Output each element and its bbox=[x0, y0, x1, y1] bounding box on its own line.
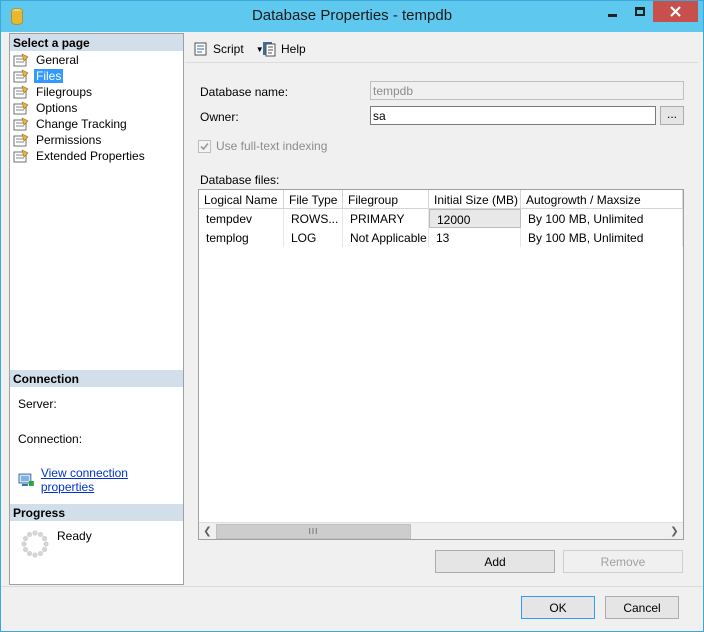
sidebar-item-permissions[interactable]: Permissions bbox=[13, 132, 103, 148]
sidebar-item-label: Permissions bbox=[36, 133, 102, 147]
property-page-icon bbox=[13, 101, 29, 115]
table-row[interactable]: tempdev ROWS... PRIMARY 12000 By 100 MB, Unl… bbox=[199, 209, 683, 228]
cell-file-type[interactable]: LOG bbox=[284, 228, 343, 247]
help-button[interactable]: Help bbox=[261, 41, 306, 57]
owner-browse-button[interactable]: ... bbox=[660, 106, 684, 125]
spinner-dot bbox=[32, 552, 38, 558]
ok-button[interactable]: OK bbox=[521, 596, 595, 619]
sidebar-item-filegroups[interactable]: Filegroups bbox=[13, 84, 94, 100]
sidebar-item-options[interactable]: Options bbox=[13, 100, 79, 116]
database-name-field: tempdb bbox=[370, 81, 684, 100]
owner-label: Owner: bbox=[200, 110, 239, 124]
column-header-autogrowth[interactable]: Autogrowth / Maxsize bbox=[521, 190, 683, 209]
connection-properties-icon bbox=[18, 473, 34, 486]
spinner-dot bbox=[43, 541, 49, 547]
property-page-icon bbox=[13, 133, 29, 147]
spinner-dot bbox=[37, 531, 44, 538]
script-icon bbox=[194, 42, 207, 56]
toolbar: Script ▼ Help bbox=[185, 33, 698, 63]
scroll-right-icon[interactable]: ❯ bbox=[666, 523, 683, 540]
cell-filegroup[interactable]: Not Applicable bbox=[343, 228, 429, 247]
maximize-icon bbox=[634, 7, 645, 16]
column-header-initial-size[interactable]: Initial Size (MB) bbox=[429, 190, 521, 209]
select-page-header: Select a page bbox=[10, 34, 183, 51]
help-label: Help bbox=[281, 42, 306, 56]
spinner-dot bbox=[41, 546, 48, 553]
sidebar-item-label: Filegroups bbox=[36, 85, 93, 99]
cell-initial-size[interactable]: 13 bbox=[429, 228, 521, 247]
sidebar-item-files[interactable]: Files bbox=[13, 68, 64, 84]
script-button[interactable]: Script ▼ bbox=[193, 41, 264, 57]
cell-logical-name[interactable]: tempdev bbox=[199, 209, 284, 228]
property-page-icon bbox=[13, 53, 29, 67]
minimize-button[interactable] bbox=[599, 1, 626, 22]
column-header-file-type[interactable]: File Type bbox=[284, 190, 343, 209]
remove-button[interactable]: Remove bbox=[563, 550, 683, 573]
database-files-grid[interactable]: Logical Name File Type Filegroup Initial Si… bbox=[198, 189, 684, 540]
progress-spinner-icon bbox=[21, 530, 49, 558]
column-header-logical-name[interactable]: Logical Name bbox=[199, 190, 284, 209]
owner-field[interactable]: sa bbox=[370, 106, 656, 125]
progress-status: Ready bbox=[57, 529, 92, 543]
horizontal-scrollbar[interactable]: ❮ III ❯ bbox=[199, 522, 683, 539]
files-page: Database name: tempdb Owner: sa ... Use … bbox=[186, 65, 698, 585]
property-page-icon bbox=[13, 85, 29, 99]
sidebar-item-extended-properties[interactable]: Extended Properties bbox=[13, 148, 147, 164]
connection-header: Connection bbox=[10, 370, 183, 387]
close-button[interactable] bbox=[653, 1, 698, 22]
spinner-dot bbox=[26, 531, 33, 538]
scroll-thumb[interactable]: III bbox=[216, 524, 411, 539]
cancel-button[interactable]: Cancel bbox=[605, 596, 679, 619]
cell-file-type[interactable]: ROWS... bbox=[284, 209, 343, 228]
left-pane: Select a page General Files Filegroups Opti… bbox=[9, 33, 184, 585]
spinner-dot bbox=[32, 530, 38, 536]
cell-autogrowth[interactable]: By 100 MB, Unlimited bbox=[521, 209, 683, 228]
add-button[interactable]: Add bbox=[435, 550, 555, 573]
cell-autogrowth[interactable]: By 100 MB, Unlimited bbox=[521, 228, 683, 247]
minimize-icon bbox=[608, 14, 617, 17]
close-icon bbox=[670, 6, 681, 17]
cell-filegroup[interactable]: PRIMARY bbox=[343, 209, 429, 228]
spinner-dot bbox=[26, 550, 33, 557]
sidebar-item-label: Change Tracking bbox=[36, 117, 127, 131]
database-name-label: Database name: bbox=[200, 85, 289, 99]
sidebar-item-general[interactable]: General bbox=[13, 52, 81, 68]
progress-header: Progress bbox=[10, 504, 183, 521]
view-connection-properties[interactable]: View connection properties bbox=[18, 466, 183, 494]
property-page-icon bbox=[13, 69, 29, 83]
help-icon bbox=[263, 42, 276, 57]
spinner-dot bbox=[41, 535, 48, 542]
sidebar-item-label: Files bbox=[34, 69, 64, 83]
connection-label: Connection: bbox=[18, 432, 83, 446]
window-title: Database Properties - tempdb bbox=[251, 7, 453, 24]
property-page-icon bbox=[13, 117, 29, 131]
grid-header: Logical Name File Type Filegroup Initial Si… bbox=[199, 190, 683, 209]
view-connection-properties-link[interactable]: View connection properties bbox=[41, 466, 183, 494]
database-files-label: Database files: bbox=[200, 173, 280, 187]
title-bar[interactable]: Database Properties - tempdb bbox=[1, 1, 703, 32]
scroll-left-icon[interactable]: ❮ bbox=[199, 523, 216, 540]
fulltext-indexing-checkbox[interactable]: Use full-text indexing bbox=[198, 139, 327, 153]
sidebar-item-label: Extended Properties bbox=[36, 149, 145, 163]
table-row[interactable]: templog LOG Not Applicable 13 By 100 MB, Unl… bbox=[199, 228, 683, 247]
dialog-footer: OK Cancel bbox=[1, 586, 703, 631]
sidebar-item-change-tracking[interactable]: Change Tracking bbox=[13, 116, 129, 132]
sidebar-item-label: General bbox=[36, 53, 79, 67]
spinner-dot bbox=[22, 546, 29, 553]
maximize-button[interactable] bbox=[626, 1, 653, 22]
sidebar-item-label: Options bbox=[36, 101, 78, 115]
spinner-dot bbox=[22, 535, 29, 542]
cell-logical-name[interactable]: templog bbox=[199, 228, 284, 247]
spinner-dot bbox=[37, 550, 44, 557]
checkbox-icon bbox=[198, 139, 211, 153]
spinner-dot bbox=[21, 541, 27, 547]
fulltext-indexing-label: Use full-text indexing bbox=[216, 139, 328, 153]
cell-initial-size[interactable]: 12000 bbox=[429, 209, 521, 228]
column-header-filegroup[interactable]: Filegroup bbox=[343, 190, 429, 209]
server-label: Server: bbox=[18, 397, 57, 411]
dialog-window: Database Properties - tempdb Select a pa… bbox=[0, 0, 704, 632]
script-label: Script bbox=[213, 42, 244, 56]
property-page-icon bbox=[13, 149, 29, 163]
